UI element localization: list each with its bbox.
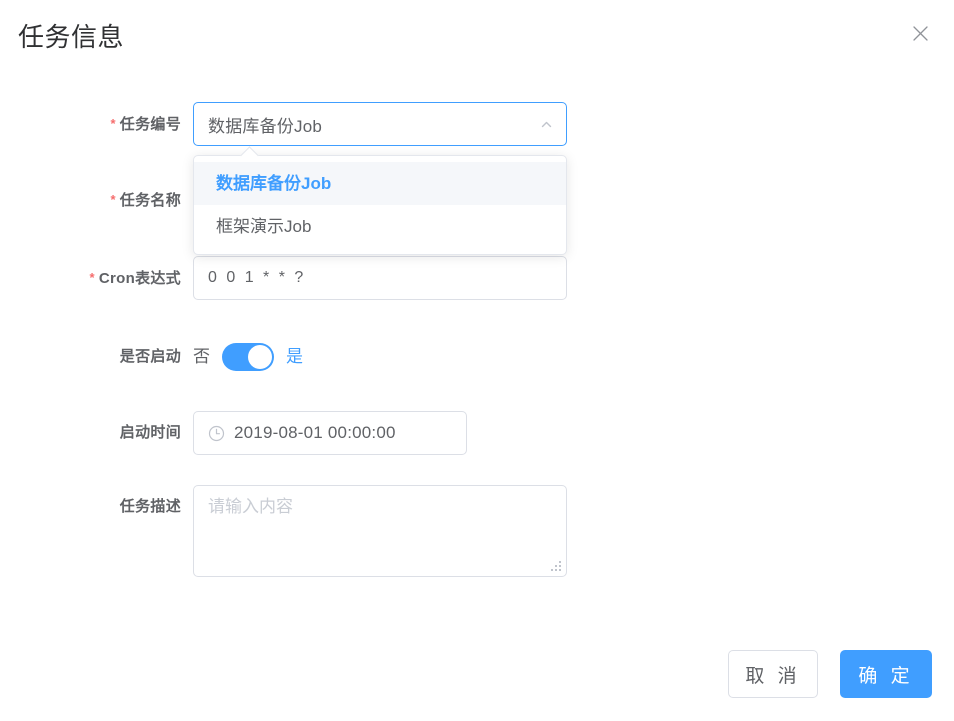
job-no-dropdown[interactable]: 数据库备份Job 框架演示Job <box>193 155 567 255</box>
dialog-header: 任务信息 <box>0 0 954 74</box>
required-asterisk: * <box>110 116 116 131</box>
dialog-footer: 取 消 确 定 <box>728 650 932 698</box>
task-form: * 任务编号 数据库备份Job 数据库备份Job 框架演示Job * 任务名称 … <box>0 74 954 634</box>
enabled-switch-group: 否 是 <box>193 335 303 379</box>
cron-value: 0 0 1 * * ? <box>208 269 306 286</box>
start-time-value: 2019-08-01 00:00:00 <box>234 423 396 442</box>
cancel-button[interactable]: 取 消 <box>728 650 818 698</box>
close-icon[interactable] <box>905 18 935 48</box>
form-row-enabled: 是否启动 否 是 <box>0 335 954 379</box>
switch-off-label: 否 <box>193 347 210 366</box>
chevron-up-icon[interactable] <box>539 103 554 145</box>
toggle-knob <box>248 345 272 369</box>
form-row-cron: * Cron表达式 0 0 1 * * ? <box>0 256 954 301</box>
label-job-no: * 任务编号 <box>0 102 193 147</box>
cron-field-wrap: 0 0 1 * * ? <box>193 256 567 300</box>
job-no-value: 数据库备份Job <box>208 116 323 136</box>
description-textarea[interactable]: 请输入内容 <box>193 485 567 577</box>
task-info-dialog: 任务信息 * 任务编号 数据库备份Job 数据库备份Job 框架演示Job * … <box>0 0 954 721</box>
form-row-start-time: 启动时间 2019-08-01 00:00:00 <box>0 411 954 455</box>
page-title: 任务信息 <box>18 22 125 52</box>
enabled-toggle[interactable] <box>222 343 274 371</box>
description-field-wrap: 请输入内容 <box>193 485 567 577</box>
resize-grip-icon[interactable] <box>551 561 562 572</box>
start-time-input[interactable]: 2019-08-01 00:00:00 <box>193 411 467 455</box>
switch-on-label: 是 <box>286 347 303 366</box>
label-cron: * Cron表达式 <box>0 256 193 301</box>
dropdown-option-0[interactable]: 数据库备份Job <box>194 162 566 205</box>
label-job-name-text: 任务名称 <box>119 192 181 209</box>
description-placeholder: 请输入内容 <box>208 497 293 516</box>
form-row-description: 任务描述 请输入内容 <box>0 485 954 577</box>
confirm-button[interactable]: 确 定 <box>840 650 932 698</box>
label-cron-text: Cron表达式 <box>98 270 181 287</box>
label-job-name: * 任务名称 <box>0 178 193 223</box>
label-job-no-text: 任务编号 <box>119 116 181 133</box>
label-enabled: 是否启动 <box>119 348 181 365</box>
label-start-time: 启动时间 <box>119 424 181 441</box>
required-asterisk: * <box>110 192 116 207</box>
form-row-job-no: * 任务编号 数据库备份Job 数据库备份Job 框架演示Job <box>0 102 954 255</box>
start-time-field-wrap: 2019-08-01 00:00:00 <box>193 411 467 455</box>
dropdown-option-1[interactable]: 框架演示Job <box>194 205 566 248</box>
cron-input[interactable]: 0 0 1 * * ? <box>193 256 567 300</box>
job-no-field-wrap: 数据库备份Job 数据库备份Job 框架演示Job <box>193 102 567 255</box>
label-description: 任务描述 <box>119 498 181 515</box>
job-no-select[interactable]: 数据库备份Job <box>193 102 567 146</box>
required-asterisk: * <box>89 270 95 285</box>
clock-icon <box>208 425 225 442</box>
